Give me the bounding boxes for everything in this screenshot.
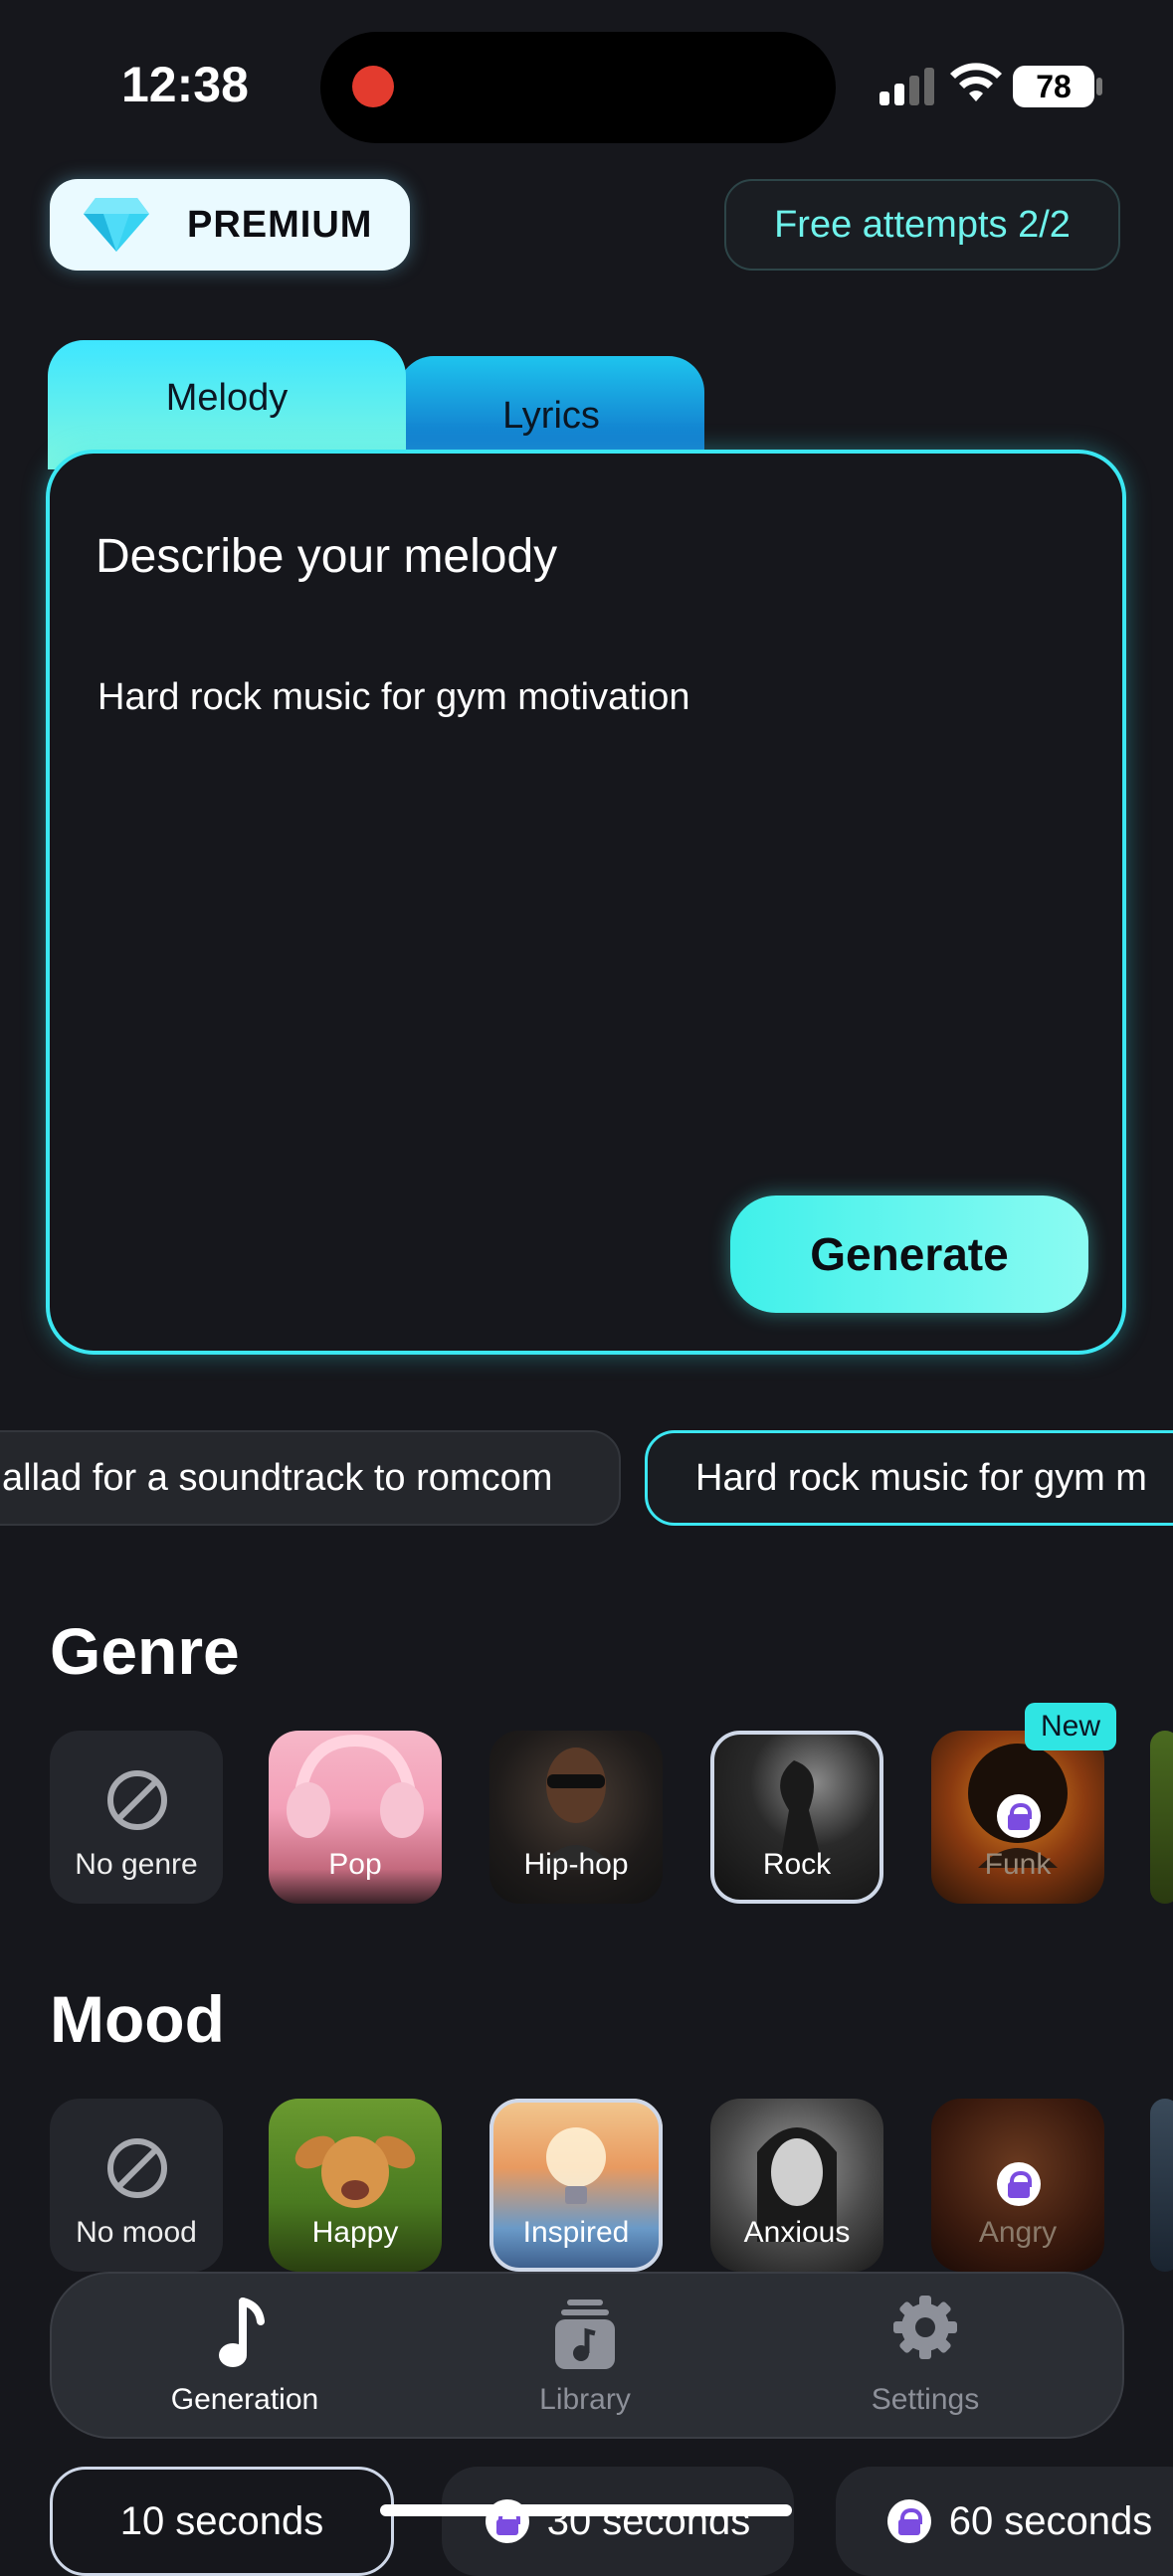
- genre-pop-tile[interactable]: Pop: [269, 1731, 442, 1904]
- headphones-icon: [287, 1734, 424, 1838]
- tab-library[interactable]: Library: [456, 2288, 714, 2427]
- mood-anxious-tile[interactable]: Anxious: [710, 2099, 883, 2272]
- new-badge: New: [1025, 1703, 1116, 1750]
- mood-title: Mood: [50, 1982, 225, 2056]
- tab-label: Generation: [170, 2383, 319, 2416]
- card-title: Describe your melody: [96, 530, 558, 583]
- lock-icon: [997, 2162, 1041, 2206]
- lock-icon: [886, 2499, 931, 2543]
- tile-label: Pop: [328, 1848, 382, 1881]
- tile-label: No genre: [75, 1848, 198, 1881]
- tile-label: Anxious: [743, 2216, 851, 2249]
- premium-button[interactable]: PREMIUM: [50, 179, 410, 271]
- genre-next-tile-partial[interactable]: [1150, 1731, 1173, 1904]
- mood-angry-tile[interactable]: Angry: [931, 2099, 1104, 2272]
- genre-hiphop-tile[interactable]: Hip-hop: [489, 1731, 663, 1904]
- duration-label: 10 seconds: [119, 2498, 324, 2543]
- tab-lyrics[interactable]: Lyrics: [398, 356, 704, 456]
- genre-title: Genre: [50, 1614, 240, 1688]
- melody-description-input[interactable]: Hard rock music for gym motivation: [98, 676, 690, 719]
- mood-next-tile-partial[interactable]: [1150, 2099, 1173, 2272]
- mood-happy-tile[interactable]: Happy: [269, 2099, 442, 2272]
- tab-generation[interactable]: Generation: [115, 2288, 374, 2427]
- tab-label: Library: [539, 2383, 631, 2416]
- premium-label: PREMIUM: [187, 203, 373, 246]
- genre-none-tile[interactable]: No genre: [50, 1731, 223, 1904]
- battery-icon: 78: [1013, 66, 1094, 107]
- recording-indicator-icon: [352, 66, 394, 107]
- suggestion-chip-label: Hard rock music for gym m: [695, 1456, 1147, 1499]
- diamond-icon: [84, 198, 149, 252]
- genre-funk-tile[interactable]: Funk: [931, 1731, 1104, 1904]
- duration-30s-button[interactable]: 30 seconds: [442, 2467, 794, 2576]
- lock-icon: [997, 1794, 1041, 1838]
- tile-label: Hip-hop: [523, 1848, 629, 1881]
- no-entry-icon: [107, 2138, 167, 2198]
- status-time: 12:38: [121, 57, 249, 112]
- duration-10s-button[interactable]: 10 seconds: [50, 2467, 394, 2576]
- suggestion-chip-label: allad for a soundtrack to romcom: [2, 1456, 553, 1499]
- tab-settings[interactable]: Settings: [796, 2288, 1055, 2427]
- tile-label: Inspired: [522, 2216, 630, 2249]
- tab-label: Settings: [871, 2383, 980, 2416]
- free-attempts-badge[interactable]: Free attempts 2/2: [724, 179, 1120, 271]
- tile-label: Funk: [984, 1848, 1052, 1881]
- dog-figure: [294, 2135, 416, 2208]
- mood-none-tile[interactable]: No mood: [50, 2099, 223, 2272]
- generate-button[interactable]: Generate: [730, 1196, 1088, 1313]
- suggestion-chip[interactable]: allad for a soundtrack to romcom: [0, 1430, 621, 1526]
- library-icon: [555, 2300, 615, 2369]
- mood-inspired-tile[interactable]: Inspired: [489, 2099, 663, 2272]
- duration-60s-button[interactable]: 60 seconds: [836, 2467, 1173, 2576]
- no-entry-icon: [107, 1770, 167, 1830]
- duration-label: 60 seconds: [948, 2498, 1153, 2543]
- tile-label: Rock: [762, 1848, 832, 1881]
- genre-rock-tile[interactable]: Rock: [710, 1731, 883, 1904]
- music-note-icon: [219, 2298, 265, 2367]
- tile-label: Happy: [311, 2216, 399, 2249]
- tile-label: Angry: [978, 2216, 1058, 2249]
- suggestion-chip-selected[interactable]: Hard rock music for gym m: [645, 1430, 1173, 1526]
- wifi-icon: [950, 63, 1002, 101]
- battery-tip: [1096, 78, 1102, 95]
- dynamic-island: [320, 32, 836, 143]
- signal-icon: [880, 68, 934, 105]
- home-indicator[interactable]: [380, 2504, 792, 2516]
- gear-icon: [893, 2296, 957, 2359]
- tile-label: No mood: [76, 2216, 197, 2249]
